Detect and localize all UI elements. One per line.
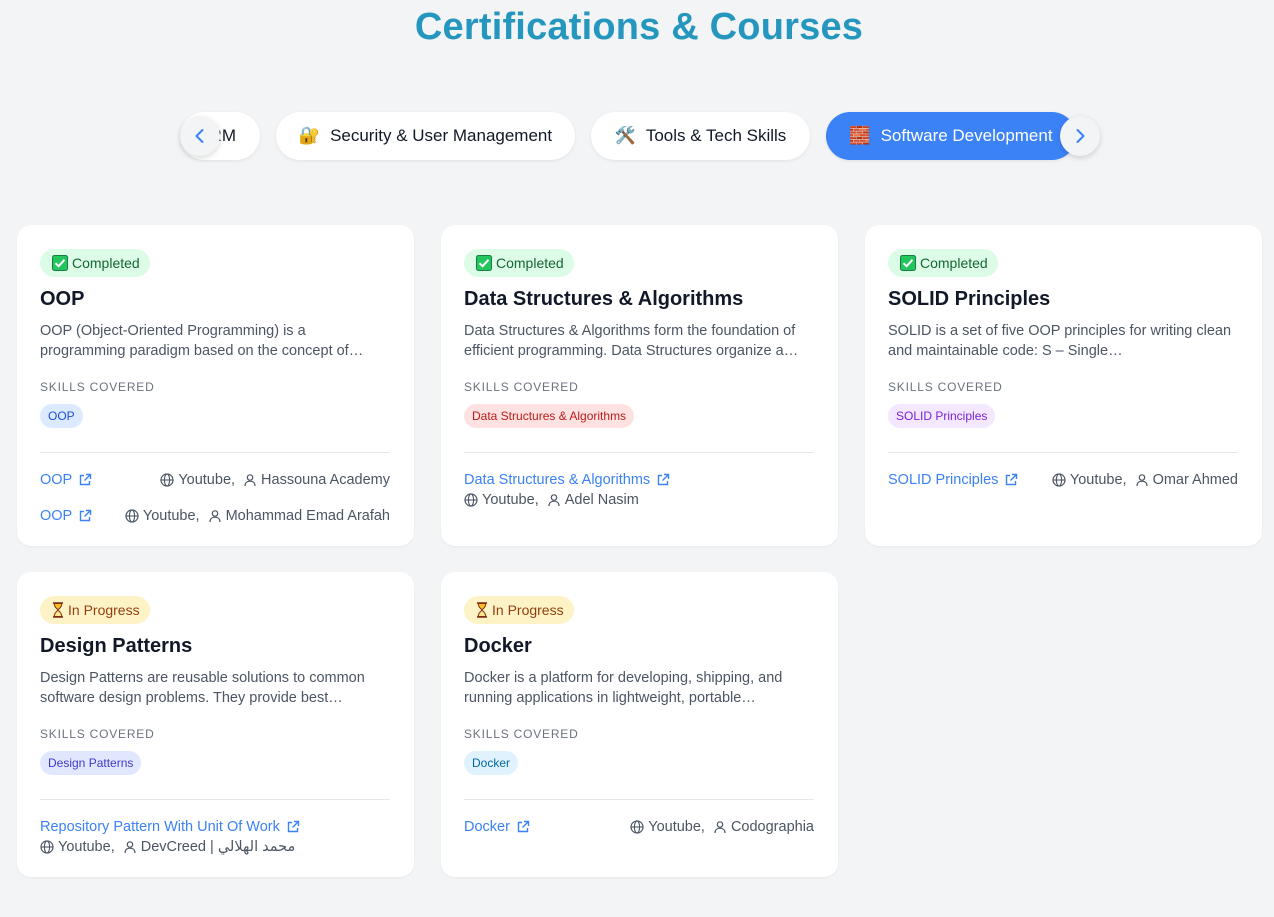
card-description: Design Patterns are reusable solutions t…	[40, 670, 365, 706]
globe-icon	[125, 509, 139, 523]
resource-meta: Youtube, Hassouna Academy	[160, 470, 390, 490]
card-description: Data Structures & Algorithms form the fo…	[464, 323, 799, 359]
category-tab-label: Software Development	[880, 126, 1053, 145]
skills-label: SKILLS COVERED	[464, 380, 579, 394]
user-icon	[244, 474, 256, 487]
globe-icon	[1052, 473, 1066, 487]
status-badge: Completed	[888, 249, 998, 277]
resource-item: Repository Pattern With Unit Of Work You…	[40, 817, 390, 858]
divider	[888, 452, 1238, 453]
check-box-icon	[52, 255, 68, 271]
skill-tag: SOLID Principles	[888, 404, 996, 428]
resource-link[interactable]: OOP	[40, 470, 92, 490]
resource-link[interactable]: Repository Pattern With Unit Of Work	[40, 817, 300, 837]
user-icon	[1135, 474, 1148, 487]
user-icon	[714, 821, 726, 834]
resource-link[interactable]: Docker	[464, 817, 530, 837]
course-card: In Progress Docker Docker is a platform …	[441, 572, 838, 877]
lock-icon: 🔐	[298, 126, 321, 145]
resource-meta: Youtube, Omar Ahmed	[1052, 470, 1238, 490]
card-title: OOP	[40, 288, 85, 310]
resource-link[interactable]: OOP	[40, 506, 92, 526]
external-link-icon	[657, 473, 670, 486]
chevron-right-icon	[1076, 129, 1085, 143]
divider	[464, 452, 814, 453]
globe-icon	[160, 473, 174, 487]
card-title: Design Patterns	[40, 635, 193, 657]
card-description: OOP (Object-Oriented Programming) is a p…	[40, 323, 364, 359]
resource-item: SOLID Principles Youtube, Omar Ahmed	[888, 470, 1238, 490]
category-tab-label: Security & User Management	[330, 126, 553, 145]
category-tab-tools[interactable]: 🛠️ Tools & Tech Skills	[591, 112, 810, 160]
skill-tag: OOP	[40, 404, 83, 428]
course-card: Completed OOP OOP (Object-Oriented Progr…	[17, 225, 414, 546]
skills-label: SKILLS COVERED	[40, 380, 155, 394]
skill-tag: Design Patterns	[40, 751, 142, 775]
card-description: Docker is a platform for developing, shi…	[464, 670, 783, 706]
divider	[40, 452, 390, 453]
globe-icon	[464, 493, 478, 507]
card-title: SOLID Principles	[888, 288, 1051, 310]
resource-meta: Youtube, Codographia	[630, 817, 814, 837]
globe-icon	[630, 820, 644, 834]
resource-meta: Youtube, Mohammad Emad Arafah	[125, 506, 390, 526]
skills-label: SKILLS COVERED	[464, 727, 579, 741]
external-link-icon	[80, 473, 92, 486]
category-tab-security[interactable]: 🔐 Security & User Management	[276, 112, 575, 160]
external-link-icon	[1006, 473, 1018, 486]
skill-tag: Data Structures & Algorithms	[464, 404, 635, 428]
skills-label: SKILLS COVERED	[888, 380, 1003, 394]
skills-label: SKILLS COVERED	[40, 727, 155, 741]
status-badge: In Progress	[40, 596, 150, 624]
category-tab-software-development[interactable]: 🧱 Software Development	[826, 112, 1076, 160]
resource-item: OOP Youtube, Mohammad Emad Arafah	[40, 506, 390, 526]
carousel-next-button[interactable]	[1060, 116, 1100, 156]
hourglass-icon	[476, 602, 488, 618]
external-link-icon	[80, 509, 92, 522]
user-icon	[208, 510, 221, 523]
resource-meta: Youtube, Adel Nasim	[464, 490, 639, 510]
check-box-icon	[900, 255, 916, 271]
divider	[40, 799, 390, 800]
card-description: SOLID is a set of five OOP principles fo…	[888, 323, 1232, 359]
external-link-icon	[287, 820, 300, 833]
external-link-icon	[517, 820, 530, 833]
resource-item: Data Structures & Algorithms Youtube, Ad…	[464, 470, 814, 511]
resource-item: OOP Youtube, Hassouna Academy	[40, 470, 390, 490]
course-card: Completed SOLID Principles SOLID is a se…	[865, 225, 1262, 546]
check-box-icon	[476, 255, 492, 271]
course-card: Completed Data Structures & Algorithms D…	[441, 225, 838, 546]
status-badge: Completed	[464, 249, 574, 277]
tools-icon: 🛠️	[614, 126, 636, 145]
page-title: Certifications & Courses	[414, 6, 864, 48]
resource-item: Docker Youtube, Codographia	[464, 817, 814, 837]
resource-link[interactable]: Data Structures & Algorithms	[464, 470, 670, 490]
carousel-prev-button[interactable]	[180, 116, 220, 156]
status-badge: Completed	[40, 249, 150, 277]
card-title: Data Structures & Algorithms	[464, 288, 744, 310]
resource-link[interactable]: SOLID Principles	[888, 470, 1018, 490]
category-tab-label: Tools & Tech Skills	[645, 126, 787, 145]
course-card: In Progress Design Patterns Design Patte…	[17, 572, 414, 877]
skill-tag: Docker	[464, 751, 519, 775]
resource-meta: Youtube, DevCreed | محمد الهلالي	[40, 837, 295, 857]
user-icon	[548, 494, 560, 507]
card-title: Docker	[464, 635, 532, 657]
chevron-left-icon	[195, 129, 204, 143]
divider	[464, 799, 814, 800]
bricks-icon: 🧱	[849, 126, 871, 145]
category-carousel: RM 🔐 Security & User Management 🛠️ Tools…	[180, 112, 1100, 160]
user-icon	[124, 841, 136, 854]
hourglass-icon	[52, 602, 64, 618]
globe-icon	[40, 840, 54, 854]
status-badge: In Progress	[464, 596, 574, 624]
